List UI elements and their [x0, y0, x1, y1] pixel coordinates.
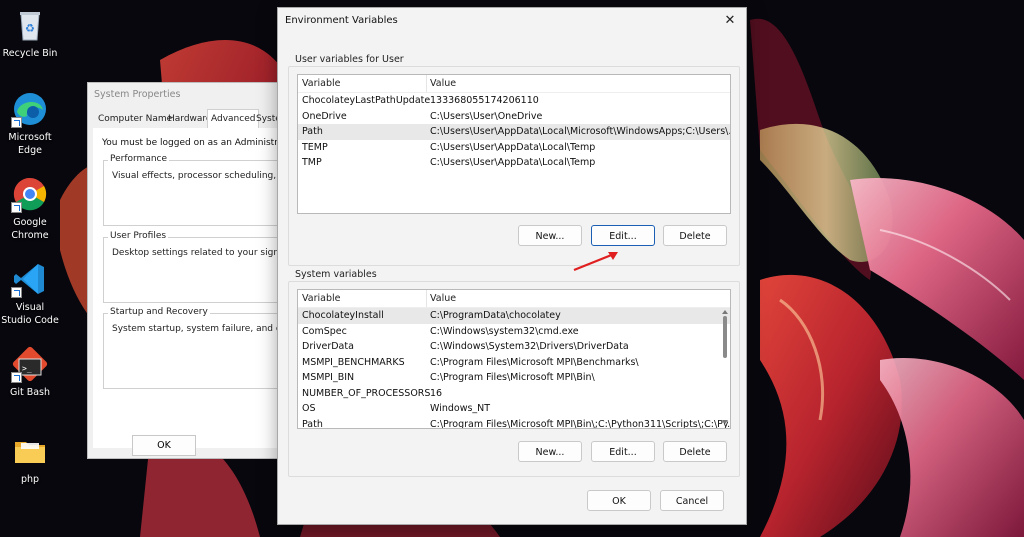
svg-text:♻: ♻: [25, 22, 35, 35]
dialog-title: Environment Variables: [285, 15, 398, 26]
close-icon[interactable]: ✕: [721, 12, 739, 30]
list-row[interactable]: ComSpec C:\Windows\system32\cmd.exe: [298, 324, 730, 340]
list-row[interactable]: Path C:\Program Files\Microsoft MPI\Bin\…: [298, 417, 731, 429]
recycle-bin-icon: ♻: [11, 6, 49, 44]
variable-value: C:\Program Files\Microsoft MPI\Bin\: [430, 372, 595, 383]
variable-value: 133368055174206110: [430, 95, 539, 106]
list-row[interactable]: OS Windows_NT: [298, 401, 730, 417]
desktop-icon-vscode[interactable]: Visual Studio Code: [0, 260, 60, 327]
list-row-selected[interactable]: Path C:\Users\User\AppData\Local\Microso…: [298, 124, 730, 140]
variable-value: C:\ProgramData\chocolatey: [430, 310, 561, 321]
system-new-button[interactable]: New...: [518, 441, 582, 462]
list-row-selected[interactable]: ChocolateyInstall C:\ProgramData\chocola…: [298, 308, 730, 324]
desktop-icon-label: Recycle Bin: [2, 48, 58, 59]
variable-name: TEMP: [302, 141, 328, 153]
variable-value: C:\Users\User\OneDrive: [430, 110, 543, 122]
shortcut-arrow-icon: [11, 287, 22, 298]
variable-name: OS: [302, 403, 316, 414]
variable-value: C:\Users\User\AppData\Local\Temp: [430, 141, 596, 153]
section-title: System variables: [293, 269, 379, 280]
list-row[interactable]: DriverData C:\Windows\System32\Drivers\D…: [298, 339, 730, 355]
ok-button[interactable]: OK: [587, 490, 651, 511]
variable-value: C:\Users\User\AppData\Local\Microsoft\Wi…: [430, 126, 731, 137]
desktop-icon-label: Visual Studio Code: [1, 302, 59, 326]
scroll-down-icon[interactable]: [722, 420, 728, 424]
scroll-up-icon[interactable]: [722, 310, 728, 314]
chrome-icon: [11, 175, 49, 213]
desktop-icon-label: Git Bash: [9, 387, 51, 398]
variable-name: OneDrive: [302, 110, 347, 122]
desktop-icon-git-bash[interactable]: >_ Git Bash: [0, 345, 60, 399]
list-header: Variable Value: [298, 290, 730, 308]
desktop-icon-label: Microsoft Edge: [8, 132, 52, 156]
list-row[interactable]: MSMPI_BENCHMARKS C:\Program Files\Micros…: [298, 355, 730, 371]
variable-value: 16: [430, 387, 443, 399]
system-delete-button[interactable]: Delete: [663, 441, 727, 462]
shortcut-arrow-icon: [11, 372, 22, 383]
scroll-thumb[interactable]: [723, 316, 727, 358]
variable-name: MSMPI_BENCHMARKS: [302, 356, 405, 368]
desktop-icon-recycle-bin[interactable]: ♻ Recycle Bin: [0, 6, 60, 60]
group-title: Performance: [108, 154, 170, 164]
list-row[interactable]: MSMPI_BIN C:\Program Files\Microsoft MPI…: [298, 370, 730, 386]
variable-value: C:\Program Files\Microsoft MPI\Benchmark…: [430, 356, 639, 368]
desktop-icon-php[interactable]: php: [0, 432, 60, 486]
variable-value: C:\Program Files\Microsoft MPI\Bin\;C:\P…: [430, 418, 731, 429]
variable-value: C:\Windows\System32\Drivers\DriverData: [430, 341, 629, 352]
column-header-variable[interactable]: Variable: [302, 293, 340, 304]
vscode-icon: [11, 260, 49, 298]
system-edit-button[interactable]: Edit...: [591, 441, 655, 462]
git-bash-icon: >_: [11, 345, 49, 383]
ok-button[interactable]: OK: [132, 435, 196, 456]
system-variables-list[interactable]: Variable Value ChocolateyInstall C:\Prog…: [297, 289, 731, 429]
svg-text:>_: >_: [22, 364, 32, 373]
list-row[interactable]: NUMBER_OF_PROCESSORS 16: [298, 386, 730, 402]
variable-name: ComSpec: [302, 325, 347, 337]
list-row[interactable]: TEMP C:\Users\User\AppData\Local\Temp: [298, 140, 730, 156]
desktop-icon-edge[interactable]: Microsoft Edge: [0, 90, 60, 157]
variable-name: MSMPI_BIN: [302, 372, 355, 383]
list-header: Variable Value: [298, 75, 730, 93]
edge-icon: [11, 90, 49, 128]
variable-name: ChocolateyLastPathUpdate: [302, 95, 431, 106]
variable-name: DriverData: [302, 341, 354, 352]
column-header-variable[interactable]: Variable: [302, 78, 340, 89]
list-row[interactable]: ChocolateyLastPathUpdate 133368055174206…: [298, 93, 730, 109]
user-edit-button[interactable]: Edit...: [591, 225, 655, 246]
variable-name: ChocolateyInstall: [302, 310, 384, 321]
desktop-icon-label: Google Chrome: [11, 217, 49, 241]
user-variables-list[interactable]: Variable Value ChocolateyLastPathUpdate …: [297, 74, 731, 214]
desktop-icon-chrome[interactable]: Google Chrome: [0, 175, 60, 242]
shortcut-arrow-icon: [11, 202, 22, 213]
section-title: User variables for User: [293, 54, 406, 65]
variable-value: C:\Users\User\AppData\Local\Temp: [430, 157, 596, 168]
cancel-button[interactable]: Cancel: [660, 490, 724, 511]
folder-icon: [11, 432, 49, 470]
group-description: Desktop settings related to your sign-in: [112, 248, 291, 258]
variable-name: TMP: [302, 157, 322, 168]
annotation-arrow-icon: [573, 252, 618, 272]
variable-name: Path: [302, 418, 323, 429]
tab-advanced[interactable]: Advanced: [207, 109, 260, 129]
shortcut-arrow-icon: [11, 117, 22, 128]
desktop-icon-label: php: [20, 474, 40, 485]
group-title: User Profiles: [108, 231, 169, 241]
user-new-button[interactable]: New...: [518, 225, 582, 246]
variable-value: C:\Windows\system32\cmd.exe: [430, 325, 579, 337]
column-header-value[interactable]: Value: [430, 78, 456, 89]
tab-computer-name[interactable]: Computer Name: [95, 111, 175, 127]
vertical-scrollbar[interactable]: [721, 308, 729, 426]
list-row[interactable]: TMP C:\Users\User\AppData\Local\Temp: [298, 155, 730, 171]
variable-name: Path: [302, 126, 323, 137]
list-row[interactable]: OneDrive C:\Users\User\OneDrive: [298, 109, 730, 125]
environment-variables-dialog: Environment Variables ✕ User variables f…: [277, 7, 747, 525]
window-title: System Properties: [94, 89, 181, 100]
group-title: Startup and Recovery: [108, 307, 210, 317]
variable-name: NUMBER_OF_PROCESSORS: [302, 387, 431, 399]
user-delete-button[interactable]: Delete: [663, 225, 727, 246]
variable-value: Windows_NT: [430, 403, 491, 414]
column-header-value[interactable]: Value: [430, 293, 456, 304]
